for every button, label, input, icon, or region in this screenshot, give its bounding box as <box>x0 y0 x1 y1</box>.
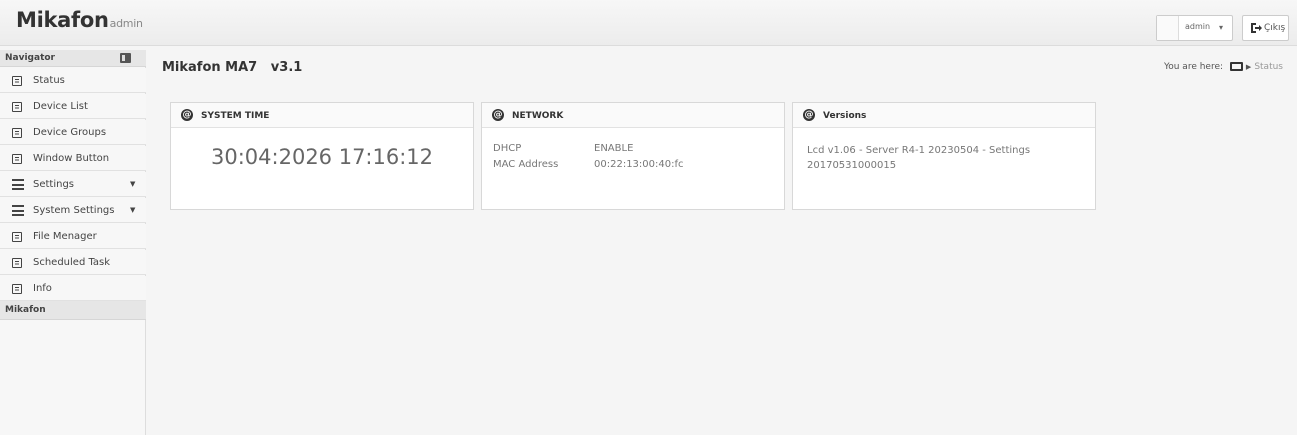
sidebar-item-info[interactable]: Info <box>0 276 146 301</box>
sidebar-item-scheduled-task[interactable]: Scheduled Task <box>0 250 146 275</box>
document-icon <box>12 76 22 86</box>
dhcp-value: ENABLE <box>594 143 634 154</box>
at-icon: @ <box>803 109 815 121</box>
sidebar-item-label: System Settings <box>33 205 115 216</box>
sidebar-item-label: File Menager <box>33 231 97 242</box>
document-icon <box>12 128 22 138</box>
logout-button[interactable]: Çıkış <box>1242 15 1289 41</box>
sidebar-item-label: Device Groups <box>33 127 107 138</box>
monitor-icon[interactable] <box>1229 62 1243 71</box>
sidebar-item-settings[interactable]: Settings ▼ <box>0 172 146 197</box>
logout-icon <box>1251 23 1262 33</box>
sidebar-item-file-menager[interactable]: File Menager <box>0 224 146 249</box>
system-time-value: 30:04:2026 17:16:12 <box>211 145 434 169</box>
sidebar-item-label: Device List <box>33 101 88 112</box>
document-icon <box>12 154 22 164</box>
sidebar-item-label: Window Button <box>33 153 110 164</box>
chevron-down-icon: ▾ <box>1219 23 1224 32</box>
brand-subtitle: admin <box>109 17 143 30</box>
card-title: NETWORK <box>512 111 564 121</box>
card-title: Versions <box>823 111 867 121</box>
network-card: @ NETWORK DHCP ENABLE MAC Address 00:22:… <box>481 102 785 210</box>
at-icon: @ <box>181 109 193 121</box>
versions-text: Lcd v1.06 - Server R4-1 20230504 - Setti… <box>807 145 1031 171</box>
mikafon-section-header[interactable]: Mikafon <box>0 301 146 320</box>
chevron-down-icon: ▼ <box>130 180 136 188</box>
navigator-header: Navigator <box>0 50 146 67</box>
chevron-down-icon: ▼ <box>130 206 136 214</box>
sidebar: Navigator Status Device List Device Grou… <box>0 50 146 435</box>
document-icon <box>12 284 22 294</box>
at-icon: @ <box>492 109 504 121</box>
page-title: Mikafon MA7 v3.1 <box>162 60 303 75</box>
card-header: @ NETWORK <box>482 103 784 128</box>
card-header: @ SYSTEM TIME <box>171 103 473 128</box>
list-icon <box>12 205 24 216</box>
card-header: @ Versions <box>793 103 1095 128</box>
breadcrumb-current: Status <box>1254 62 1283 72</box>
card-title: SYSTEM TIME <box>201 111 270 121</box>
system-time-card: @ SYSTEM TIME 30:04:2026 17:16:12 <box>170 102 474 210</box>
sidebar-item-status[interactable]: Status <box>0 68 146 93</box>
breadcrumb-prefix: You are here: <box>1163 62 1224 72</box>
logout-label: Çıkış <box>1264 23 1286 33</box>
document-icon <box>12 258 22 268</box>
dhcp-key: DHCP <box>493 143 522 154</box>
avatar <box>1157 16 1179 40</box>
list-icon <box>12 179 24 190</box>
navigator-title: Navigator <box>5 53 55 63</box>
mikafon-section-title: Mikafon <box>5 305 46 315</box>
document-icon <box>12 232 22 242</box>
sidebar-toggle-icon[interactable] <box>120 53 131 63</box>
user-name: admin <box>1185 22 1211 31</box>
mac-key: MAC Address <box>493 159 559 170</box>
sidebar-item-label: Info <box>33 283 52 294</box>
sidebar-item-label: Scheduled Task <box>33 257 111 268</box>
main-content: Mikafon MA7 v3.1 You are here: ▶ Status @… <box>146 50 1297 435</box>
sidebar-item-label: Status <box>33 75 65 86</box>
user-menu-button[interactable]: admin ▾ <box>1156 15 1233 41</box>
document-icon <box>12 102 22 112</box>
sidebar-item-device-list[interactable]: Device List <box>0 94 146 119</box>
breadcrumb: You are here: ▶ Status <box>1164 62 1283 72</box>
brand-logo[interactable]: Mikafonadmin <box>16 8 143 32</box>
versions-card: @ Versions Lcd v1.06 - Server R4-1 20230… <box>792 102 1096 210</box>
sidebar-item-window-button[interactable]: Window Button <box>0 146 146 171</box>
sidebar-item-device-groups[interactable]: Device Groups <box>0 120 146 145</box>
brand-name: Mikafon <box>16 8 109 32</box>
sidebar-item-label: Settings <box>33 179 75 190</box>
mac-value: 00:22:13:00:40:fc <box>594 159 684 170</box>
caret-right-icon: ▶ <box>1245 63 1252 71</box>
sidebar-item-system-settings[interactable]: System Settings ▼ <box>0 198 146 223</box>
top-bar: Mikafonadmin admin ▾ Çıkış <box>0 0 1297 46</box>
